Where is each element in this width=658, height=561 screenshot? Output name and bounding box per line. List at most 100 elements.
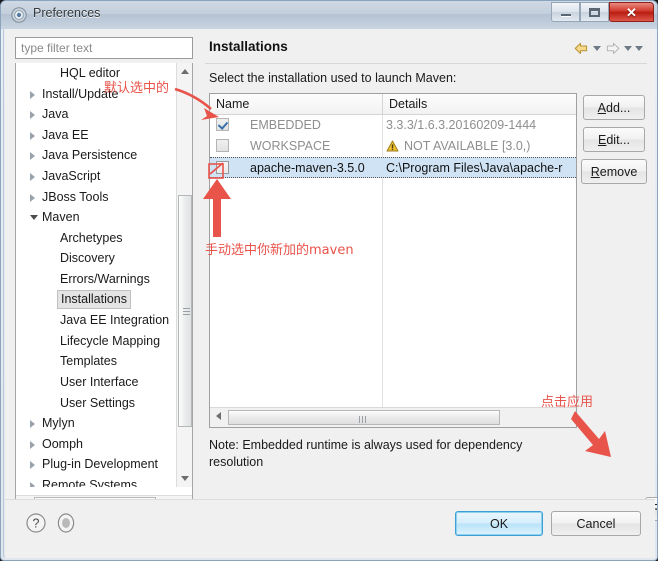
forward-history-chevron-down-icon[interactable]: [624, 46, 632, 51]
sidebar-item-discovery[interactable]: Discovery: [16, 248, 176, 269]
minimize-button[interactable]: [551, 2, 580, 22]
scroll-up-button[interactable]: [177, 63, 193, 80]
sidebar-item-oomph[interactable]: Oomph: [16, 434, 176, 455]
preferences-tree-panel: HQL editor Install/Update Java Java EE Java …: [15, 63, 193, 513]
sidebar-item-label: Oomph: [42, 436, 83, 451]
column-header-name[interactable]: Name: [210, 94, 382, 114]
row-checkbox[interactable]: [216, 161, 229, 174]
scroll-grip-icon: [183, 308, 190, 315]
minimize-icon: [560, 13, 571, 17]
sidebar-item-java-ee-integration[interactable]: Java EE Integration: [16, 310, 176, 331]
sidebar-item-java[interactable]: Java: [16, 104, 176, 125]
sidebar-item-label: User Settings: [60, 395, 136, 410]
row-checkbox[interactable]: [216, 139, 229, 152]
sidebar-item-javascript[interactable]: JavaScript: [16, 166, 176, 187]
page-title: Installations: [209, 39, 288, 54]
page-subtitle: Select the installation used to launch M…: [209, 71, 457, 85]
table-row[interactable]: WORKSPACE NOT AVAILABLE [3.0,): [210, 136, 576, 157]
preferences-gear-icon: [11, 7, 27, 23]
forward-arrow-icon: [606, 42, 620, 54]
row-details: C:\Program Files\Java\apache-r: [386, 161, 563, 175]
dialog-footer: ? OK Cancel: [5, 499, 655, 558]
window-title: Preferences: [33, 6, 101, 20]
sidebar-item-user-interface[interactable]: User Interface: [16, 372, 176, 393]
row-name: apache-maven-3.5.0: [250, 161, 365, 175]
page-nav-toolbar[interactable]: [573, 41, 643, 56]
scroll-down-button[interactable]: [177, 470, 193, 487]
sidebar-item-label: Installations: [57, 289, 132, 309]
help-question-icon[interactable]: ?: [25, 512, 47, 534]
triangle-up-icon: [181, 69, 189, 74]
annotation-click-apply: 点击应用: [541, 395, 594, 410]
row-name: EMBEDDED: [250, 118, 321, 132]
column-header-details[interactable]: Details: [382, 94, 576, 114]
scroll-grip-icon: [359, 416, 368, 423]
chevron-right-icon[interactable]: [30, 461, 35, 470]
remove-button[interactable]: Remove: [581, 159, 647, 184]
sidebar-item-label: Maven: [42, 210, 80, 225]
view-menu-chevron-down-icon[interactable]: [635, 46, 643, 51]
sidebar-item-lifecycle-mapping[interactable]: Lifecycle Mapping: [16, 331, 176, 352]
cancel-button[interactable]: Cancel: [551, 511, 641, 536]
sidebar-item-label: Archetypes: [60, 230, 123, 245]
table-horizontal-scrollbar[interactable]: [210, 407, 576, 427]
sidebar-item-label: User Interface: [60, 374, 139, 389]
sidebar-item-jboss-tools[interactable]: JBoss Tools: [16, 187, 176, 208]
chevron-right-icon[interactable]: [30, 90, 35, 99]
sidebar-item-templates[interactable]: Templates: [16, 351, 176, 372]
preferences-dialog: Preferences ✕ type filter text HQL edito…: [0, 0, 658, 561]
chevron-down-icon[interactable]: [30, 215, 38, 221]
table-hscroll-thumb[interactable]: [228, 410, 500, 425]
close-button[interactable]: ✕: [609, 2, 654, 22]
chevron-right-icon[interactable]: [30, 131, 35, 140]
chevron-right-icon[interactable]: [30, 172, 35, 181]
sidebar-item-plug-in-development[interactable]: Plug-in Development: [16, 454, 176, 475]
sidebar-item-label: JavaScript: [42, 168, 101, 183]
edit-button[interactable]: Edit...: [583, 127, 645, 152]
sidebar-item-label: Discovery: [60, 251, 115, 266]
table-row[interactable]: EMBEDDED 3.3.3/1.6.3.20160209-1444: [210, 115, 576, 136]
title-bar[interactable]: Preferences ✕: [1, 1, 657, 29]
mnemonic-letter: R: [590, 164, 600, 179]
table-scroll-left-button[interactable]: [210, 408, 226, 424]
sidebar-item-java-ee[interactable]: Java EE: [16, 125, 176, 146]
maximize-button[interactable]: [580, 2, 609, 22]
sidebar-item-java-persistence[interactable]: Java Persistence: [16, 145, 176, 166]
chevron-right-icon[interactable]: [30, 420, 35, 429]
sidebar-item-errors-warnings[interactable]: Errors/Warnings: [16, 269, 176, 290]
preferences-tray-icon[interactable]: [55, 512, 77, 534]
sidebar-item-user-settings[interactable]: User Settings: [16, 393, 176, 414]
sidebar-item-label: JBoss Tools: [42, 189, 109, 204]
sidebar-item-label: Java Persistence: [42, 148, 138, 163]
row-details: NOT AVAILABLE [3.0,): [404, 139, 531, 153]
page-title-divider: [205, 63, 647, 64]
add-button[interactable]: Add...: [583, 95, 645, 120]
ok-button[interactable]: OK: [455, 511, 543, 536]
sidebar-item-archetypes[interactable]: Archetypes: [16, 228, 176, 249]
tree-vertical-scrollbar[interactable]: [176, 63, 192, 487]
chevron-right-icon[interactable]: [30, 193, 35, 202]
sidebar-item-mylyn[interactable]: Mylyn: [16, 413, 176, 434]
close-icon: ✕: [626, 4, 637, 20]
back-arrow-icon[interactable]: [573, 41, 590, 56]
table-rows[interactable]: EMBEDDED 3.3.3/1.6.3.20160209-1444 WORKSPA…: [210, 115, 576, 407]
filter-input[interactable]: type filter text: [15, 37, 193, 59]
chevron-right-icon[interactable]: [30, 481, 35, 487]
table-row[interactable]: apache-maven-3.5.0 C:\Program Files\Java\…: [210, 157, 576, 178]
dialog-body: type filter text HQL editor Install/Updat…: [5, 29, 657, 521]
preferences-tree[interactable]: HQL editor Install/Update Java Java EE Java …: [16, 63, 176, 487]
row-checkbox[interactable]: [216, 118, 229, 131]
back-history-chevron-down-icon[interactable]: [593, 46, 601, 51]
sidebar-item-label: Java EE Integration: [60, 313, 170, 328]
sidebar-item-maven[interactable]: Maven: [16, 207, 176, 228]
chevron-right-icon[interactable]: [30, 440, 35, 449]
sidebar-item-installations[interactable]: Installations: [16, 289, 176, 311]
row-details: 3.3.3/1.6.3.20160209-1444: [386, 118, 537, 132]
installations-table[interactable]: Name Details EMBEDDED 3.3.3/1.6.3.2016020…: [209, 93, 577, 428]
sidebar-item-remote-systems[interactable]: Remote Systems: [16, 475, 176, 487]
chevron-right-icon[interactable]: [30, 152, 35, 161]
installations-page: Installations Select the installation us…: [201, 33, 657, 521]
chevron-right-icon[interactable]: [30, 111, 35, 120]
tree-vscroll-thumb[interactable]: [178, 195, 192, 427]
mnemonic-letter: A: [597, 100, 606, 115]
